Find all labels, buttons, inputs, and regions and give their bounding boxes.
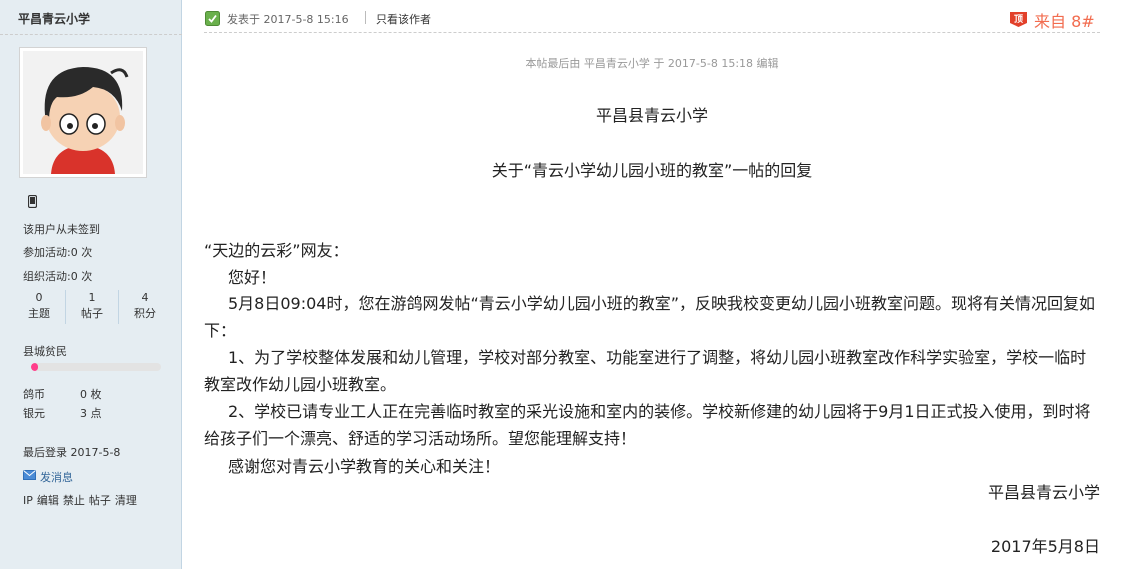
post-paragraph: 2、学校已请专业工人正在完善临时教室的采光设施和室内的装修。学校新修建的幼儿园将… xyxy=(204,402,1091,448)
send-message-link[interactable]: 发消息 xyxy=(40,469,73,485)
silver-value: 3 点 xyxy=(80,407,102,420)
bump-icon-label: 顶 xyxy=(1014,14,1023,25)
checkin-status: 该用户从未签到 xyxy=(23,223,100,236)
floor-number[interactable]: 来自 8# xyxy=(1034,8,1095,32)
divider xyxy=(0,34,182,35)
post-school-heading: 平昌县青云小学 xyxy=(595,106,708,125)
rank-progress-bar xyxy=(31,363,161,371)
user-rank[interactable]: 县城贫民 xyxy=(23,343,67,359)
stat-credits[interactable]: 4 积分 xyxy=(120,290,170,322)
mobile-icon xyxy=(28,195,37,208)
admin-clean-link[interactable]: 清理 xyxy=(115,494,137,507)
avatar[interactable] xyxy=(19,47,147,178)
stat-value: 4 xyxy=(141,291,149,304)
stat-label: 帖子 xyxy=(81,307,103,320)
post-date: 2017年5月8日 xyxy=(990,537,1100,556)
stat-label: 积分 xyxy=(134,307,156,320)
stat-posts[interactable]: 1 帖子 xyxy=(67,290,117,322)
admin-posts-link[interactable]: 帖子 xyxy=(89,494,111,507)
user-stats: 0 主题 1 帖子 4 积分 xyxy=(14,290,166,326)
post-signature: 平昌县青云小学 xyxy=(987,483,1100,502)
edit-note: 本帖最后由 平昌青云小学 于 2017-5-8 15:18 编辑 xyxy=(525,57,779,70)
silver-label: 银元 xyxy=(23,407,45,420)
stat-threads[interactable]: 0 主题 xyxy=(14,290,64,322)
post-greeting: 您好！ xyxy=(228,268,277,287)
currency-label: 鸽币 xyxy=(23,388,45,401)
currency-value: 0 枚 xyxy=(80,388,102,401)
post-closing: 感谢您对青云小学教育的关心和关注！ xyxy=(228,457,501,476)
author-sidebar: 平昌青云小学 该用户从未签到 参加活动:0 次 组织活动:0 次 0 主题 1 … xyxy=(0,0,182,569)
stat-value: 0 xyxy=(35,291,43,304)
activity-organized: 组织活动:0 次 xyxy=(23,270,93,283)
admin-links: IP 编辑 禁止 帖子 清理 xyxy=(23,492,141,508)
last-login: 最后登录 2017-5-8 xyxy=(23,446,121,459)
divider xyxy=(118,290,119,324)
post-salutation: “天边的云彩”网友： xyxy=(204,241,349,260)
post-paragraph: 5月8日09:04时，您在游鸽网发帖“青云小学幼儿园小班的教室”，反映我校变更幼… xyxy=(204,294,1096,340)
post-paragraph: 1、为了学校整体发展和幼儿管理，学校对部分教室、功能室进行了调整，将幼儿园小班教… xyxy=(204,348,1087,394)
admin-ip-link[interactable]: IP xyxy=(23,494,33,507)
only-author-link[interactable]: 只看该作者 xyxy=(376,11,431,27)
bump-icon[interactable]: 顶 xyxy=(1010,12,1027,27)
rank-progress-fill xyxy=(31,363,38,371)
stat-value: 1 xyxy=(88,291,96,304)
admin-ban-link[interactable]: 禁止 xyxy=(63,494,85,507)
post-header: 发表于 2017-5-8 15:16 只看该作者 顶 来自 8# xyxy=(204,6,1100,33)
activity-joined: 参加活动:0 次 xyxy=(23,246,93,259)
stat-label: 主题 xyxy=(28,307,50,320)
admin-edit-link[interactable]: 编辑 xyxy=(37,494,59,507)
author-name[interactable]: 平昌青云小学 xyxy=(18,10,90,27)
divider xyxy=(365,11,366,24)
avatar-icon xyxy=(23,51,143,174)
post-title: 关于“青云小学幼儿园小班的教室”一帖的回复 xyxy=(491,161,813,180)
online-status-icon xyxy=(205,11,220,26)
divider xyxy=(65,290,66,324)
envelope-icon[interactable] xyxy=(23,470,36,480)
post-timestamp: 发表于 2017-5-8 15:16 xyxy=(227,13,349,26)
